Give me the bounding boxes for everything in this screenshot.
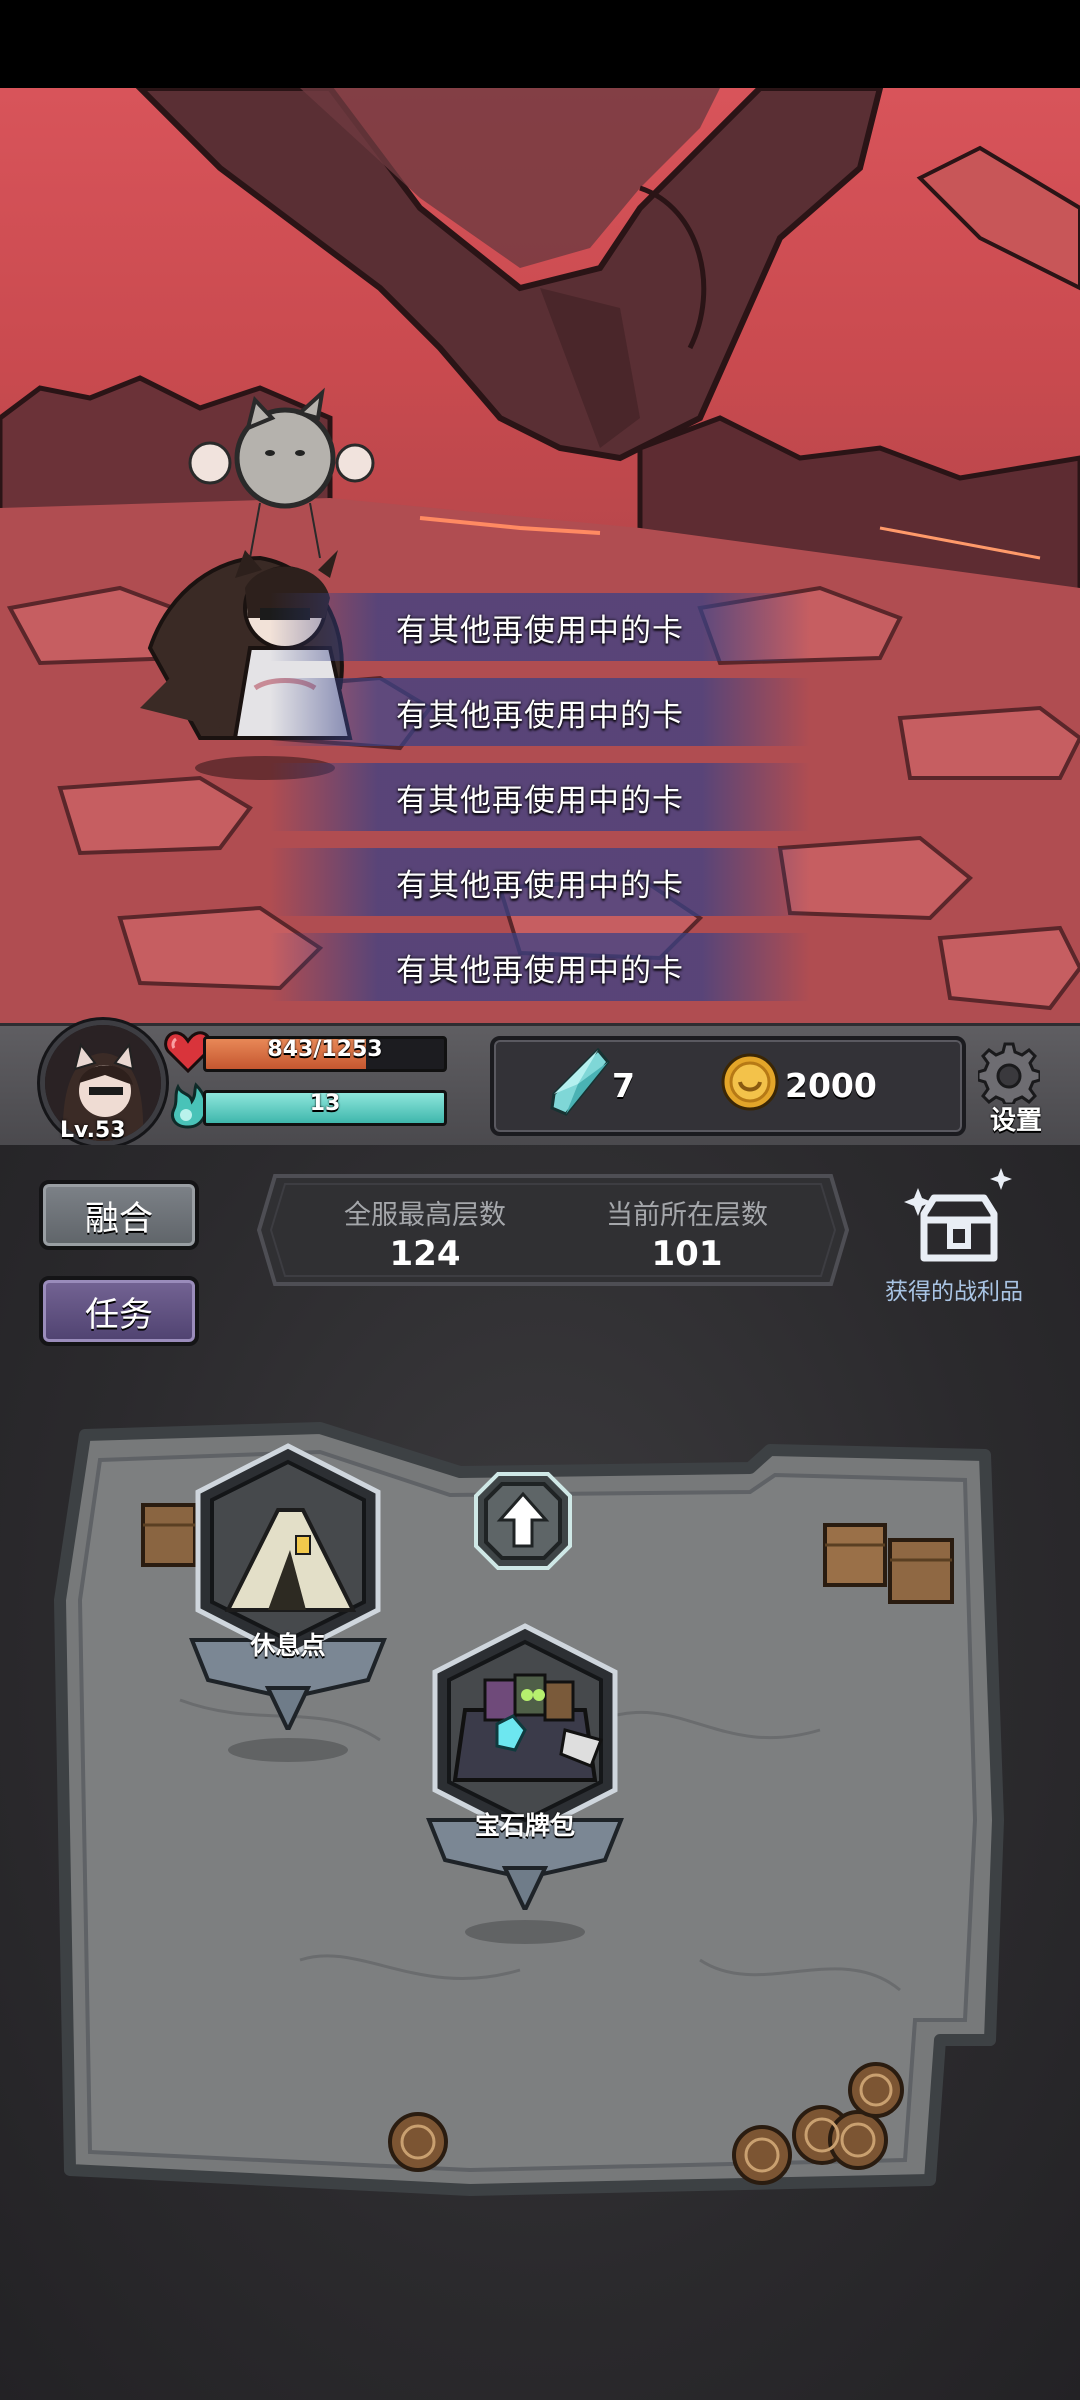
hp-text: 843/1253 (267, 1037, 383, 1062)
gear-icon[interactable] (976, 1042, 1042, 1106)
crystal-count: 7 (612, 1066, 635, 1105)
battle-scene: 有其他再使用中的卡 有其他再使用中的卡 有其他再使用中的卡 有其他再使用中的卡 … (0, 88, 1080, 1023)
top-system-bar (0, 0, 1080, 88)
crystal-icon (548, 1047, 610, 1118)
fuse-button[interactable]: 融合 (39, 1180, 199, 1250)
loot-label[interactable]: 获得的战利品 (885, 1272, 1023, 1306)
current-floor-label: 当前所在层数 (606, 1200, 768, 1231)
gold-coin-icon (720, 1052, 780, 1112)
current-floor-value: 101 (651, 1234, 723, 1274)
player-level: Lv.53 (60, 1118, 126, 1143)
map-node-rest[interactable]: 休息点 (168, 1440, 408, 1735)
settings-button[interactable]: 设置 (990, 1100, 1042, 1137)
toast-message: 有其他再使用中的卡 (270, 593, 810, 661)
server-max-floor-value: 124 (389, 1234, 461, 1274)
loot-chest-icon[interactable] (904, 1168, 1014, 1268)
energy-text: 13 (309, 1091, 341, 1116)
server-max-floor-label: 全服最高层数 (344, 1200, 506, 1231)
rest-node-label: 休息点 (250, 1631, 326, 1660)
tasks-button[interactable]: 任务 (39, 1276, 199, 1346)
toast-message: 有其他再使用中的卡 (270, 933, 810, 1001)
ascend-floor-button[interactable] (468, 1466, 578, 1576)
gold-count: 2000 (785, 1066, 877, 1105)
toast-message: 有其他再使用中的卡 (270, 848, 810, 916)
toast-message: 有其他再使用中的卡 (270, 763, 810, 831)
map-node-gem-pack[interactable]: 宝石牌包 (405, 1620, 645, 1915)
gem-pack-node-label: 宝石牌包 (474, 1811, 575, 1840)
toast-message: 有其他再使用中的卡 (270, 678, 810, 746)
